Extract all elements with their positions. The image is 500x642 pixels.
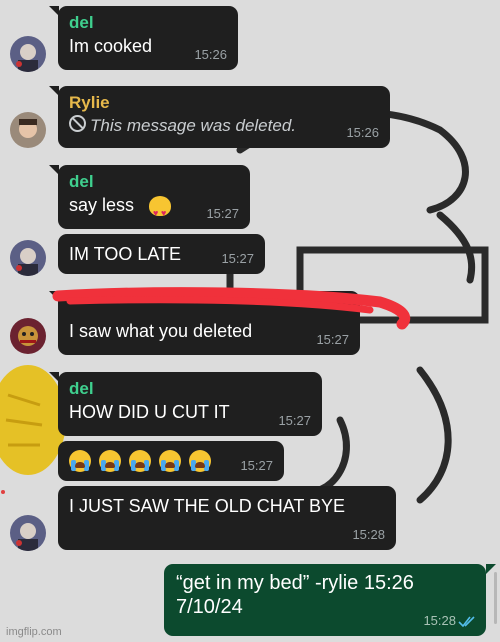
- loudly-crying-face-emoji: [129, 450, 151, 472]
- message-bubble[interactable]: Rylie This message was deleted. 15:26: [58, 86, 390, 148]
- avatar[interactable]: [10, 515, 46, 551]
- message-bubble[interactable]: IM TOO LATE 15:27: [58, 234, 265, 274]
- avatar[interactable]: [10, 240, 46, 276]
- message-time: 15:26: [346, 125, 379, 140]
- message-bubble[interactable]: del HOW DID U CUT IT 15:27: [58, 372, 322, 436]
- deleted-text: This message was deleted.: [90, 116, 296, 135]
- no-entry-icon: [69, 115, 86, 132]
- message-time: 15:27: [221, 251, 254, 266]
- loudly-crying-face-emoji: [69, 450, 91, 472]
- message-time: 15:27: [206, 206, 239, 221]
- message-text-line1: “get in my bed” -rylie 15:26: [176, 572, 414, 594]
- loudly-crying-face-emoji: [189, 450, 211, 472]
- message-time: 15:27: [278, 413, 311, 428]
- loudly-crying-face-emoji: [159, 450, 181, 472]
- avatar[interactable]: [10, 36, 46, 72]
- message-bubble[interactable]: del say less ♥ ♥ 15:27: [58, 165, 250, 229]
- message-time: 15:28: [352, 527, 385, 542]
- message-time: 15:28: [423, 613, 456, 628]
- sender-name: del: [69, 13, 94, 32]
- message-bubble[interactable]: I JUST SAW THE OLD CHAT BYE 15:28: [58, 486, 396, 550]
- sender-name: del: [69, 172, 94, 191]
- message-time: 15:27: [240, 458, 273, 473]
- message-time: 15:26: [194, 47, 227, 62]
- loudly-crying-face-emoji: [99, 450, 121, 472]
- sender-name: Rylie: [69, 93, 110, 112]
- message-text: HOW DID U CUT IT: [69, 402, 230, 422]
- outgoing-message-bubble[interactable]: “get in my bed” -rylie 15:26 7/10/24 15:…: [164, 564, 486, 636]
- message-text-content: say less: [69, 195, 135, 215]
- watermark: imgflip.com: [6, 626, 62, 638]
- message-bubble[interactable]: del Im cooked 15:26: [58, 6, 238, 70]
- avatar[interactable]: [10, 112, 46, 148]
- message-text: I JUST SAW THE OLD CHAT BYE: [69, 496, 346, 516]
- message-bubble[interactable]: 15:27: [58, 441, 284, 481]
- double-check-read-icon: [458, 616, 475, 627]
- red-scribble-redaction: [52, 287, 411, 330]
- sender-name: del: [69, 379, 94, 398]
- heart-eyes-cat-emoji: ♥ ♥: [149, 196, 172, 218]
- deleted-message: This message was deleted.: [69, 115, 380, 137]
- scrollbar[interactable]: [494, 572, 497, 624]
